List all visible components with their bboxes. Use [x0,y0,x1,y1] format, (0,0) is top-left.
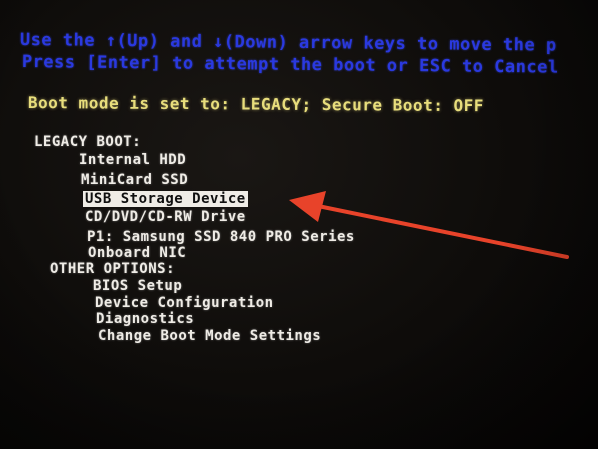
boot-menu-screen: Use the ↑(Up) and ↓(Down) arrow keys to … [0,0,598,449]
boot-option-samsung-ssd[interactable]: P1: Samsung SSD 840 PRO Series [87,229,355,245]
instruction-navigation: Use the ↑(Up) and ↓(Down) arrow keys to … [19,30,557,56]
boot-option-usb-storage-device[interactable]: USB Storage Device [83,191,248,207]
option-device-configuration[interactable]: Device Configuration [95,295,274,311]
option-bios-setup[interactable]: BIOS Setup [93,278,182,294]
option-diagnostics[interactable]: Diagnostics [96,311,194,327]
boot-option-minicard-ssd[interactable]: MiniCard SSD [81,172,188,188]
boot-option-internal-hdd[interactable]: Internal HDD [79,152,186,168]
boot-mode-status: Boot mode is set to: LEGACY; Secure Boot… [27,93,484,116]
boot-option-onboard-nic[interactable]: Onboard NIC [88,245,186,261]
instruction-enter-escape: Press [Enter] to attempt the boot or ESC… [21,52,559,78]
other-options-heading: OTHER OPTIONS: [50,261,176,277]
boot-option-cd-dvd-drive[interactable]: CD/DVD/CD-RW Drive [85,209,246,225]
legacy-boot-heading: LEGACY BOOT: [34,134,142,150]
option-change-boot-mode-settings[interactable]: Change Boot Mode Settings [98,328,321,344]
